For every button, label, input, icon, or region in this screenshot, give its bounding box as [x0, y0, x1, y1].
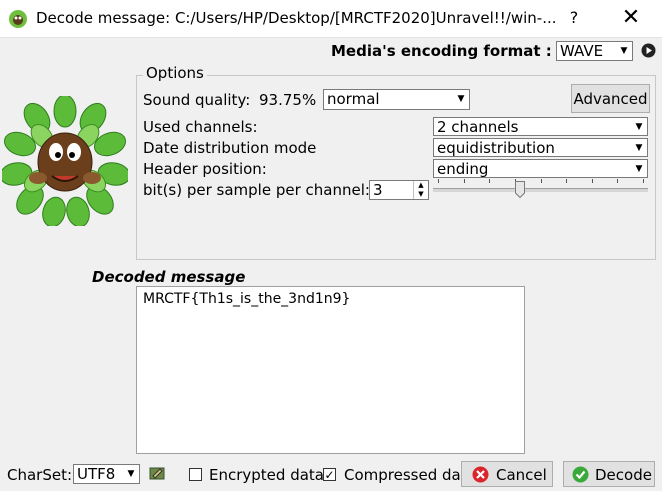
slider-tick	[464, 179, 465, 183]
encrypted-checkbox[interactable]	[189, 468, 202, 481]
charset-label: CharSet:	[7, 466, 73, 484]
distribution-value: equidistribution	[437, 139, 555, 157]
cancel-label: Cancel	[496, 466, 547, 484]
header-position-value: ending	[437, 160, 489, 178]
sound-quality-value: normal	[327, 90, 380, 108]
chevron-down-icon: ▼	[454, 91, 468, 108]
play-icon[interactable]	[641, 43, 656, 58]
title-bar: Decode message: C:/Users/HP/Desktop/[MRC…	[0, 0, 662, 38]
slider-tick	[592, 179, 593, 183]
chevron-down-icon: ▼	[617, 43, 631, 59]
sound-quality-label: Sound quality:	[143, 91, 251, 109]
bits-label: bit(s) per sample per channel:	[143, 181, 370, 199]
header-position-label: Header position:	[143, 160, 267, 178]
decode-button[interactable]: Decode	[563, 461, 655, 487]
chevron-down-icon: ▼	[632, 161, 646, 176]
distribution-label: Date distribution mode	[143, 139, 317, 157]
media-format-value: WAVE	[560, 42, 604, 60]
slider-tick	[541, 179, 542, 183]
options-group-title: Options	[143, 64, 207, 82]
encrypted-label: Encrypted data	[209, 466, 324, 484]
compressed-checkbox[interactable]: ✓	[323, 468, 336, 481]
sound-quality-select[interactable]: normal ▼	[323, 89, 470, 110]
chevron-down-icon: ▼	[124, 466, 138, 482]
cancel-button[interactable]: Cancel	[461, 461, 553, 487]
bits-spinbox[interactable]: 3 ▲ ▼	[369, 180, 429, 200]
slider-tick	[617, 179, 618, 183]
slider-thumb[interactable]	[515, 181, 525, 199]
cancel-icon	[472, 466, 489, 483]
used-channels-value: 2 channels	[437, 118, 519, 136]
mascot-icon	[8, 9, 28, 29]
media-format-label: Media's encoding format :	[331, 42, 552, 60]
charset-value: UTF8	[77, 465, 116, 483]
compressed-label: Compressed dat	[344, 466, 467, 484]
window-title: Decode message: C:/Users/HP/Desktop/[MRC…	[36, 9, 557, 27]
advanced-button[interactable]: Advanced	[571, 84, 650, 113]
used-channels-select[interactable]: 2 channels ▼	[433, 117, 648, 136]
spin-down-icon[interactable]: ▼	[413, 190, 428, 199]
decode-label: Decode	[595, 466, 652, 484]
pencil-icon[interactable]	[149, 465, 165, 481]
media-format-select[interactable]: WAVE ▼	[556, 41, 633, 61]
bits-slider[interactable]	[433, 178, 648, 200]
ok-icon	[572, 466, 589, 483]
spin-up-icon[interactable]: ▲	[413, 181, 428, 190]
sound-quality-percent: 93.75%	[259, 91, 317, 109]
check-icon: ✓	[324, 468, 335, 482]
header-position-select[interactable]: ending ▼	[433, 159, 648, 178]
help-button[interactable]: ?	[560, 5, 588, 31]
decoded-message-textarea[interactable]: MRCTF{Th1s_is_the_3nd1n9}	[136, 286, 525, 454]
bits-value: 3	[373, 181, 383, 199]
distribution-select[interactable]: equidistribution ▼	[433, 138, 648, 157]
close-button[interactable]: ✕	[616, 5, 646, 31]
chevron-down-icon: ▼	[632, 119, 646, 134]
chevron-down-icon: ▼	[632, 140, 646, 155]
slider-tick	[566, 179, 567, 183]
slider-tick	[489, 179, 490, 183]
mascot-image	[0, 94, 131, 228]
slider-tick	[643, 179, 644, 183]
decoded-message-label: Decoded message	[92, 268, 246, 286]
used-channels-label: Used channels:	[143, 118, 258, 136]
slider-tick	[438, 179, 439, 183]
charset-select[interactable]: UTF8 ▼	[73, 464, 140, 484]
slider-track	[433, 188, 648, 192]
